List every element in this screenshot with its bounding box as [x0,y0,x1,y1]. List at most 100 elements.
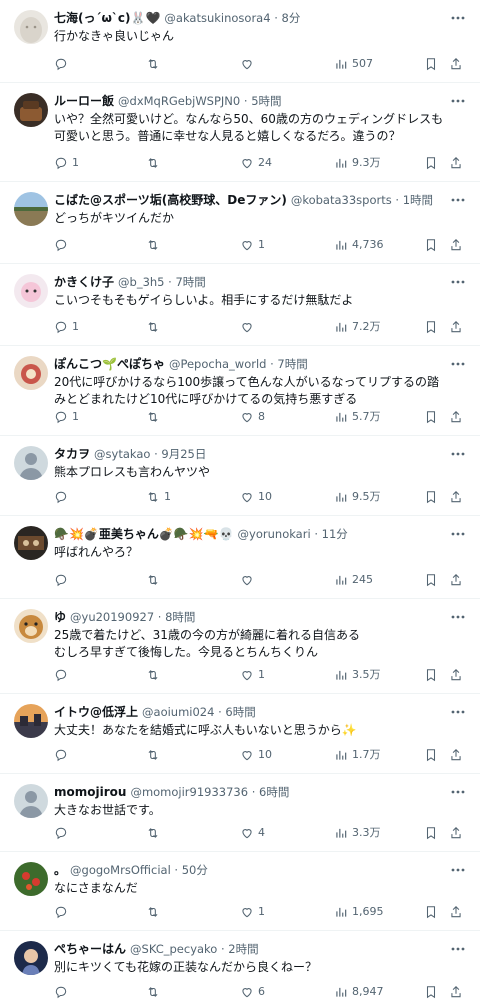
tweet[interactable]: タカヲ @sytakao · 9月25日 熊本プロレスも言わんヤツや 1 10 9… [0,436,480,516]
views-button[interactable]: 7.2万 [334,320,381,334]
share-button[interactable] [449,985,463,999]
avatar[interactable] [14,941,48,975]
avatar[interactable] [14,10,48,44]
handle-time[interactable]: @sytakao · 9月25日 [94,446,206,462]
share-button[interactable] [449,826,463,840]
retweet-button[interactable]: 1 [146,490,171,504]
bookmark-button[interactable] [424,156,438,170]
like-button[interactable] [240,57,258,71]
more-icon[interactable] [450,611,466,623]
avatar[interactable] [14,93,48,127]
retweet-button[interactable] [146,668,164,682]
tweet[interactable]: ぺちゃーはん @SKC_pecyako · 2時間 別にキツくても花嫁の正装なんだ… [0,931,480,999]
avatar[interactable] [14,704,48,738]
reply-button[interactable] [54,905,72,919]
tweet[interactable]: ルーロー飯 @dxMqRGebjWSPJN0 · 5時間 いや？全然可愛いけど。な… [0,83,480,182]
display-name[interactable]: ゆ [54,609,66,625]
bookmark-button[interactable] [424,905,438,919]
like-button[interactable]: 6 [240,985,265,999]
share-button[interactable] [449,238,463,252]
display-name[interactable]: イトウ@低浮上 [54,704,138,720]
avatar[interactable] [14,446,48,480]
more-icon[interactable] [450,786,466,798]
more-icon[interactable] [450,276,466,288]
handle-time[interactable]: @akatsukinosora4 · 8分 [164,10,300,26]
display-name[interactable]: 🪖💥💣亜美ちゃん💣🪖💥🔫💀 [54,526,234,542]
tweet[interactable]: 。 @gogoMrsOfficial · 50分 なにさまなんだ 1 1,695 [0,852,480,931]
share-button[interactable] [449,410,463,424]
share-button[interactable] [449,156,463,170]
reply-button[interactable] [54,985,72,999]
reply-button[interactable]: 1 [54,410,79,424]
display-name[interactable]: ぺちゃーはん [54,941,126,957]
handle-time[interactable]: @SKC_pecyako · 2時間 [130,941,259,957]
retweet-button[interactable] [146,156,164,170]
views-button[interactable]: 245 [334,573,373,587]
reply-button[interactable] [54,826,72,840]
bookmark-button[interactable] [424,410,438,424]
views-button[interactable]: 9.3万 [334,156,381,170]
retweet-button[interactable] [146,985,164,999]
views-button[interactable]: 1.7万 [334,748,381,762]
like-button[interactable]: 4 [240,826,265,840]
avatar[interactable] [14,356,48,390]
tweet[interactable]: 🪖💥💣亜美ちゃん💣🪖💥🔫💀 @yorunokari · 11分 呼ばれんやろ？ 2… [0,516,480,599]
more-icon[interactable] [450,943,466,955]
display-name[interactable]: ぽんこつ🌱ぺぽちゃ [54,356,165,372]
avatar[interactable] [14,526,48,560]
handle-time[interactable]: @dxMqRGebjWSPJN0 · 5時間 [118,93,282,109]
tweet[interactable]: ゆ @yu20190927 · 8時間 25歳で着たけど、31歳の今の方が綺麗に着… [0,599,480,694]
display-name[interactable]: 七海(っ´ω`c)🐰🖤 [54,10,160,26]
retweet-button[interactable] [146,238,164,252]
like-button[interactable]: 10 [240,490,272,504]
handle-time[interactable]: @kobata33sports · 1時間 [291,192,433,208]
reply-button[interactable] [54,748,72,762]
avatar[interactable] [14,784,48,818]
like-button[interactable] [240,320,258,334]
display-name[interactable]: こばた@スポーツ垢(高校野球、Deファン) [54,192,287,208]
retweet-button[interactable] [146,748,164,762]
retweet-button[interactable] [146,410,164,424]
display-name[interactable]: ルーロー飯 [54,93,114,109]
retweet-button[interactable] [146,320,164,334]
views-button[interactable]: 3.5万 [334,668,381,682]
bookmark-button[interactable] [424,748,438,762]
retweet-button[interactable] [146,826,164,840]
views-button[interactable]: 1,695 [334,905,384,919]
display-name[interactable]: かきくけ子 [54,274,114,290]
handle-time[interactable]: @aoiumi024 · 6時間 [142,704,256,720]
handle-time[interactable]: @yu20190927 · 8時間 [70,609,195,625]
reply-button[interactable] [54,238,72,252]
views-button[interactable]: 3.3万 [334,826,381,840]
share-button[interactable] [449,57,463,71]
handle-time[interactable]: @Pepocha_world · 7時間 [169,356,308,372]
handle-time[interactable]: @gogoMrsOfficial · 50分 [70,862,208,878]
tweet[interactable]: イトウ@低浮上 @aoiumi024 · 6時間 大丈夫！あなたを結婚式に呼ぶ人も… [0,694,480,774]
bookmark-button[interactable] [424,57,438,71]
retweet-button[interactable] [146,573,164,587]
avatar[interactable] [14,192,48,226]
more-icon[interactable] [450,358,466,370]
bookmark-button[interactable] [424,573,438,587]
bookmark-button[interactable] [424,985,438,999]
bookmark-button[interactable] [424,826,438,840]
views-button[interactable]: 8,947 [334,985,384,999]
share-button[interactable] [449,573,463,587]
avatar[interactable] [14,862,48,896]
tweet[interactable]: ぽんこつ🌱ぺぽちゃ @Pepocha_world · 7時間 20代に呼びかけるな… [0,346,480,436]
share-button[interactable] [449,320,463,334]
avatar[interactable] [14,609,48,643]
like-button[interactable]: 1 [240,238,265,252]
retweet-button[interactable] [146,905,164,919]
tweet[interactable]: momojirou @momojir91933736 · 6時間 大きなお世話です… [0,774,480,852]
avatar[interactable] [14,274,48,308]
views-button[interactable]: 9.5万 [334,490,381,504]
tweet[interactable]: 七海(っ´ω`c)🐰🖤 @akatsukinosora4 · 8分 行かなきゃ良い… [0,0,480,83]
views-button[interactable]: 507 [334,57,373,71]
display-name[interactable]: タカヲ [54,446,90,462]
handle-time[interactable]: @yorunokari · 11分 [238,526,348,542]
like-button[interactable]: 8 [240,410,265,424]
more-icon[interactable] [450,706,466,718]
tweet[interactable]: かきくけ子 @b_3h5 · 7時間 こいつそもそもゲイらしいよ。相手にするだけ無… [0,264,480,346]
more-icon[interactable] [450,12,466,24]
